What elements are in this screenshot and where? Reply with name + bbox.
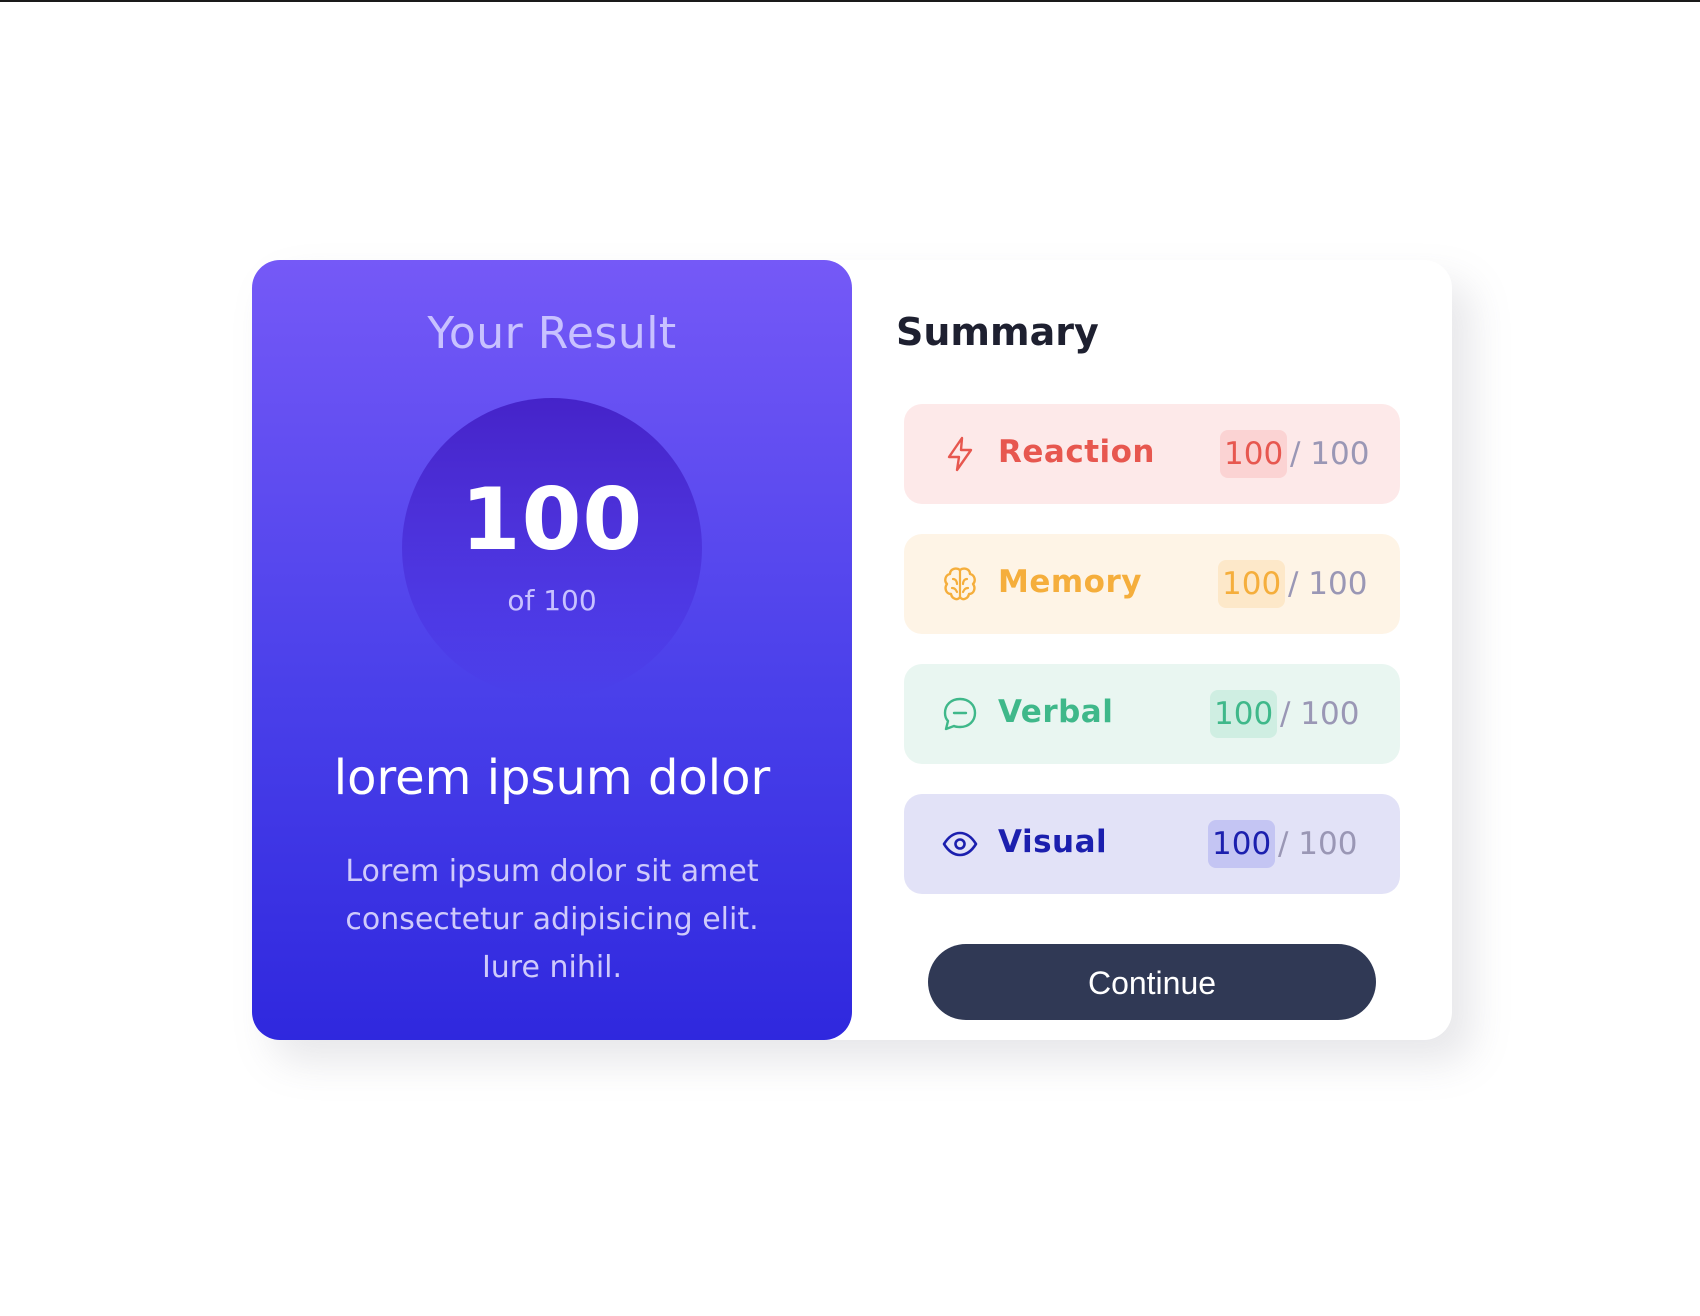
summary-item-verbal: Verbal 100 / 100 — [904, 664, 1400, 764]
score-of-label: of 100 — [507, 584, 597, 617]
summary-item-label: Visual — [998, 824, 1108, 860]
summary-item-score: 100 — [1218, 560, 1286, 608]
summary-item-label: Verbal — [998, 694, 1114, 730]
summary-item-total: / 100 — [1280, 696, 1360, 732]
summary-item-total: / 100 — [1290, 436, 1370, 472]
summary-item-reaction: Reaction 100 / 100 — [904, 404, 1400, 504]
summary-item-total: / 100 — [1288, 566, 1368, 602]
summary-item-label: Reaction — [998, 434, 1156, 470]
result-panel: Your Result 100 of 100 lorem ipsum dolor… — [252, 260, 852, 1040]
results-card: Your Result 100 of 100 lorem ipsum dolor… — [252, 260, 1452, 1040]
result-heading: lorem ipsum dolor — [333, 750, 771, 806]
summary-item-score: 100 — [1220, 430, 1288, 478]
summary-item-score: 100 — [1210, 690, 1278, 738]
summary-item-score: 100 — [1208, 820, 1276, 868]
eye-icon — [942, 831, 978, 857]
summary-item-visual: Visual 100 / 100 — [904, 794, 1400, 894]
summary-panel: Summary Reaction 100 / 100 Memory 100 / … — [852, 260, 1452, 1040]
top-border-line — [0, 0, 1700, 2]
summary-item-label: Memory — [998, 564, 1142, 600]
score-value: 100 — [460, 470, 644, 570]
continue-button[interactable]: Continue — [928, 944, 1376, 1020]
chat-bubble-icon — [943, 697, 977, 731]
brain-icon — [944, 567, 976, 601]
summary-item-memory: Memory 100 / 100 — [904, 534, 1400, 634]
result-description: Lorem ipsum dolor sit amet consectetur a… — [345, 854, 759, 985]
lightning-icon — [947, 436, 973, 472]
result-title: Your Result — [427, 308, 677, 359]
summary-item-total: / 100 — [1278, 826, 1358, 862]
summary-title: Summary — [896, 310, 1099, 354]
score-circle: 100 of 100 — [402, 398, 702, 698]
